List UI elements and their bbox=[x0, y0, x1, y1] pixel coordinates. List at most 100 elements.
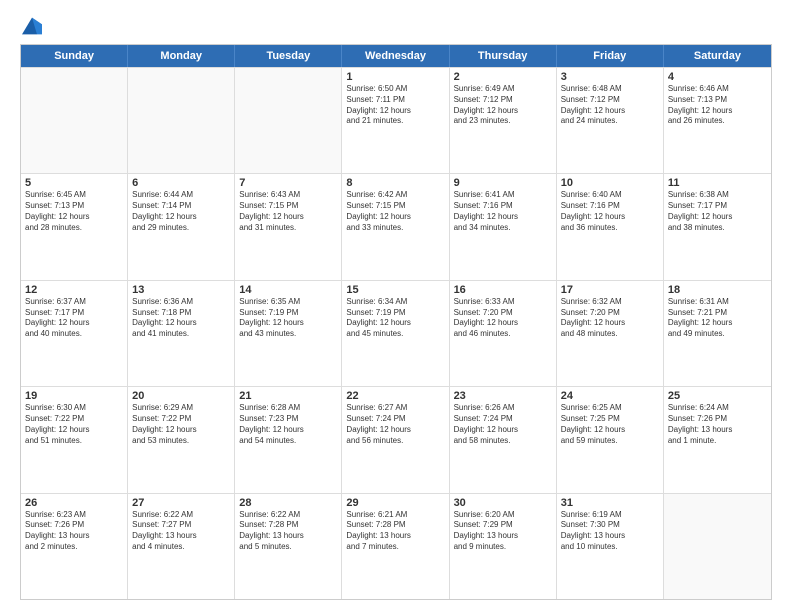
calendar-header: SundayMondayTuesdayWednesdayThursdayFrid… bbox=[21, 45, 771, 67]
day-info: Sunrise: 6:38 AM Sunset: 7:17 PM Dayligh… bbox=[668, 190, 767, 233]
day-info: Sunrise: 6:30 AM Sunset: 7:22 PM Dayligh… bbox=[25, 403, 123, 446]
day-info: Sunrise: 6:37 AM Sunset: 7:17 PM Dayligh… bbox=[25, 297, 123, 340]
day-number: 30 bbox=[454, 497, 552, 509]
day-info: Sunrise: 6:42 AM Sunset: 7:15 PM Dayligh… bbox=[346, 190, 444, 233]
day-cell-11: 11Sunrise: 6:38 AM Sunset: 7:17 PM Dayli… bbox=[664, 174, 771, 279]
header-day-wednesday: Wednesday bbox=[342, 45, 449, 67]
day-cell-5: 5Sunrise: 6:45 AM Sunset: 7:13 PM Daylig… bbox=[21, 174, 128, 279]
empty-cell-0-0 bbox=[21, 68, 128, 173]
day-info: Sunrise: 6:33 AM Sunset: 7:20 PM Dayligh… bbox=[454, 297, 552, 340]
day-info: Sunrise: 6:50 AM Sunset: 7:11 PM Dayligh… bbox=[346, 84, 444, 127]
day-cell-29: 29Sunrise: 6:21 AM Sunset: 7:28 PM Dayli… bbox=[342, 494, 449, 599]
header-day-sunday: Sunday bbox=[21, 45, 128, 67]
day-number: 3 bbox=[561, 71, 659, 83]
day-cell-13: 13Sunrise: 6:36 AM Sunset: 7:18 PM Dayli… bbox=[128, 281, 235, 386]
week-row-2: 12Sunrise: 6:37 AM Sunset: 7:17 PM Dayli… bbox=[21, 280, 771, 386]
day-number: 4 bbox=[668, 71, 767, 83]
day-info: Sunrise: 6:29 AM Sunset: 7:22 PM Dayligh… bbox=[132, 403, 230, 446]
day-number: 20 bbox=[132, 390, 230, 402]
header-day-friday: Friday bbox=[557, 45, 664, 67]
day-number: 15 bbox=[346, 284, 444, 296]
day-cell-27: 27Sunrise: 6:22 AM Sunset: 7:27 PM Dayli… bbox=[128, 494, 235, 599]
day-cell-23: 23Sunrise: 6:26 AM Sunset: 7:24 PM Dayli… bbox=[450, 387, 557, 492]
header-day-tuesday: Tuesday bbox=[235, 45, 342, 67]
day-cell-26: 26Sunrise: 6:23 AM Sunset: 7:26 PM Dayli… bbox=[21, 494, 128, 599]
day-number: 28 bbox=[239, 497, 337, 509]
day-number: 26 bbox=[25, 497, 123, 509]
day-cell-1: 1Sunrise: 6:50 AM Sunset: 7:11 PM Daylig… bbox=[342, 68, 449, 173]
day-cell-12: 12Sunrise: 6:37 AM Sunset: 7:17 PM Dayli… bbox=[21, 281, 128, 386]
day-info: Sunrise: 6:49 AM Sunset: 7:12 PM Dayligh… bbox=[454, 84, 552, 127]
day-info: Sunrise: 6:48 AM Sunset: 7:12 PM Dayligh… bbox=[561, 84, 659, 127]
day-info: Sunrise: 6:32 AM Sunset: 7:20 PM Dayligh… bbox=[561, 297, 659, 340]
day-number: 14 bbox=[239, 284, 337, 296]
day-info: Sunrise: 6:28 AM Sunset: 7:23 PM Dayligh… bbox=[239, 403, 337, 446]
day-info: Sunrise: 6:44 AM Sunset: 7:14 PM Dayligh… bbox=[132, 190, 230, 233]
day-number: 29 bbox=[346, 497, 444, 509]
day-info: Sunrise: 6:23 AM Sunset: 7:26 PM Dayligh… bbox=[25, 510, 123, 553]
day-info: Sunrise: 6:22 AM Sunset: 7:28 PM Dayligh… bbox=[239, 510, 337, 553]
day-number: 7 bbox=[239, 177, 337, 189]
day-cell-4: 4Sunrise: 6:46 AM Sunset: 7:13 PM Daylig… bbox=[664, 68, 771, 173]
day-number: 12 bbox=[25, 284, 123, 296]
day-cell-19: 19Sunrise: 6:30 AM Sunset: 7:22 PM Dayli… bbox=[21, 387, 128, 492]
day-info: Sunrise: 6:46 AM Sunset: 7:13 PM Dayligh… bbox=[668, 84, 767, 127]
calendar: SundayMondayTuesdayWednesdayThursdayFrid… bbox=[20, 44, 772, 600]
day-cell-8: 8Sunrise: 6:42 AM Sunset: 7:15 PM Daylig… bbox=[342, 174, 449, 279]
day-info: Sunrise: 6:22 AM Sunset: 7:27 PM Dayligh… bbox=[132, 510, 230, 553]
day-number: 31 bbox=[561, 497, 659, 509]
day-number: 13 bbox=[132, 284, 230, 296]
day-number: 5 bbox=[25, 177, 123, 189]
day-number: 8 bbox=[346, 177, 444, 189]
header-day-saturday: Saturday bbox=[664, 45, 771, 67]
week-row-0: 1Sunrise: 6:50 AM Sunset: 7:11 PM Daylig… bbox=[21, 67, 771, 173]
header-day-monday: Monday bbox=[128, 45, 235, 67]
day-cell-7: 7Sunrise: 6:43 AM Sunset: 7:15 PM Daylig… bbox=[235, 174, 342, 279]
day-cell-16: 16Sunrise: 6:33 AM Sunset: 7:20 PM Dayli… bbox=[450, 281, 557, 386]
day-number: 22 bbox=[346, 390, 444, 402]
day-info: Sunrise: 6:35 AM Sunset: 7:19 PM Dayligh… bbox=[239, 297, 337, 340]
logo bbox=[20, 16, 42, 36]
day-info: Sunrise: 6:19 AM Sunset: 7:30 PM Dayligh… bbox=[561, 510, 659, 553]
week-row-1: 5Sunrise: 6:45 AM Sunset: 7:13 PM Daylig… bbox=[21, 173, 771, 279]
day-cell-9: 9Sunrise: 6:41 AM Sunset: 7:16 PM Daylig… bbox=[450, 174, 557, 279]
calendar-body: 1Sunrise: 6:50 AM Sunset: 7:11 PM Daylig… bbox=[21, 67, 771, 599]
day-number: 17 bbox=[561, 284, 659, 296]
day-number: 24 bbox=[561, 390, 659, 402]
day-cell-15: 15Sunrise: 6:34 AM Sunset: 7:19 PM Dayli… bbox=[342, 281, 449, 386]
day-number: 11 bbox=[668, 177, 767, 189]
day-cell-31: 31Sunrise: 6:19 AM Sunset: 7:30 PM Dayli… bbox=[557, 494, 664, 599]
page: SundayMondayTuesdayWednesdayThursdayFrid… bbox=[0, 0, 792, 612]
day-info: Sunrise: 6:45 AM Sunset: 7:13 PM Dayligh… bbox=[25, 190, 123, 233]
day-info: Sunrise: 6:34 AM Sunset: 7:19 PM Dayligh… bbox=[346, 297, 444, 340]
empty-cell-0-1 bbox=[128, 68, 235, 173]
empty-cell-0-2 bbox=[235, 68, 342, 173]
day-info: Sunrise: 6:20 AM Sunset: 7:29 PM Dayligh… bbox=[454, 510, 552, 553]
empty-cell-4-6 bbox=[664, 494, 771, 599]
day-cell-17: 17Sunrise: 6:32 AM Sunset: 7:20 PM Dayli… bbox=[557, 281, 664, 386]
day-number: 21 bbox=[239, 390, 337, 402]
day-cell-10: 10Sunrise: 6:40 AM Sunset: 7:16 PM Dayli… bbox=[557, 174, 664, 279]
day-info: Sunrise: 6:40 AM Sunset: 7:16 PM Dayligh… bbox=[561, 190, 659, 233]
day-cell-3: 3Sunrise: 6:48 AM Sunset: 7:12 PM Daylig… bbox=[557, 68, 664, 173]
day-cell-25: 25Sunrise: 6:24 AM Sunset: 7:26 PM Dayli… bbox=[664, 387, 771, 492]
day-number: 6 bbox=[132, 177, 230, 189]
header-day-thursday: Thursday bbox=[450, 45, 557, 67]
day-info: Sunrise: 6:21 AM Sunset: 7:28 PM Dayligh… bbox=[346, 510, 444, 553]
day-info: Sunrise: 6:27 AM Sunset: 7:24 PM Dayligh… bbox=[346, 403, 444, 446]
day-cell-2: 2Sunrise: 6:49 AM Sunset: 7:12 PM Daylig… bbox=[450, 68, 557, 173]
day-cell-22: 22Sunrise: 6:27 AM Sunset: 7:24 PM Dayli… bbox=[342, 387, 449, 492]
day-info: Sunrise: 6:24 AM Sunset: 7:26 PM Dayligh… bbox=[668, 403, 767, 446]
day-info: Sunrise: 6:41 AM Sunset: 7:16 PM Dayligh… bbox=[454, 190, 552, 233]
day-cell-24: 24Sunrise: 6:25 AM Sunset: 7:25 PM Dayli… bbox=[557, 387, 664, 492]
day-number: 18 bbox=[668, 284, 767, 296]
day-number: 16 bbox=[454, 284, 552, 296]
week-row-3: 19Sunrise: 6:30 AM Sunset: 7:22 PM Dayli… bbox=[21, 386, 771, 492]
day-cell-20: 20Sunrise: 6:29 AM Sunset: 7:22 PM Dayli… bbox=[128, 387, 235, 492]
logo-icon bbox=[22, 16, 42, 36]
day-info: Sunrise: 6:26 AM Sunset: 7:24 PM Dayligh… bbox=[454, 403, 552, 446]
day-cell-28: 28Sunrise: 6:22 AM Sunset: 7:28 PM Dayli… bbox=[235, 494, 342, 599]
day-info: Sunrise: 6:43 AM Sunset: 7:15 PM Dayligh… bbox=[239, 190, 337, 233]
day-number: 25 bbox=[668, 390, 767, 402]
day-info: Sunrise: 6:31 AM Sunset: 7:21 PM Dayligh… bbox=[668, 297, 767, 340]
